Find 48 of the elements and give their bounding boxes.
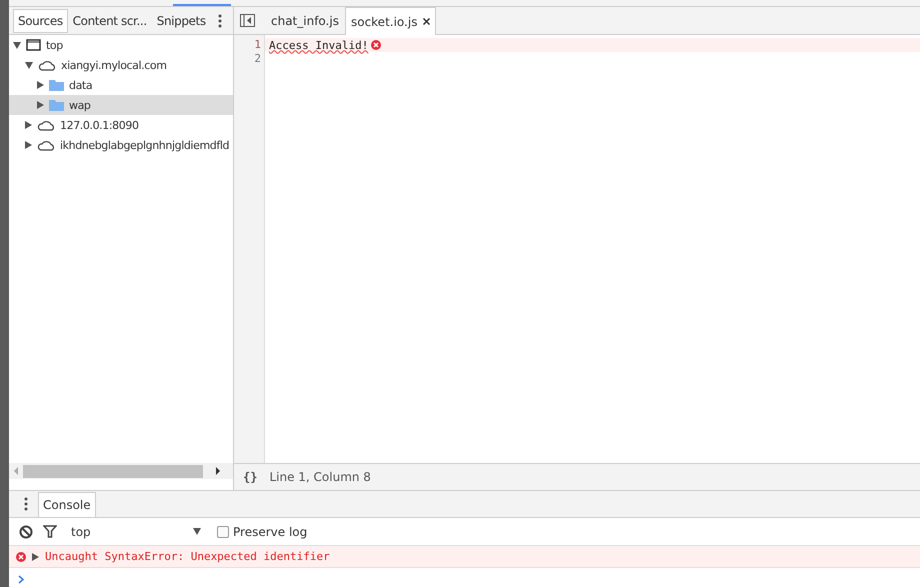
tree-row[interactable]: ikhdnebglabgeplgnhnjgldiemdfld — [9, 135, 233, 155]
checkbox-label: Preserve log — [233, 524, 308, 538]
folder-icon — [49, 79, 64, 91]
message-text: Uncaught SyntaxError: Unexpected identifier — [45, 550, 330, 563]
file-tab[interactable]: chat_info.js — [265, 7, 345, 34]
cursor-position: Line 1, Column 8 — [269, 470, 371, 484]
context-dropdown[interactable]: top — [71, 524, 201, 538]
prompt-icon — [18, 575, 24, 584]
error-icon — [371, 40, 382, 50]
pretty-print-button[interactable]: {} — [243, 470, 258, 484]
collapsed-arrow-icon[interactable] — [32, 552, 39, 560]
clear-icon[interactable] — [19, 524, 33, 538]
more-icon[interactable] — [24, 497, 28, 511]
cloud-icon — [37, 140, 55, 150]
code-line: Access Invalid! — [269, 38, 368, 52]
tree-item-label[interactable]: 127.0.0.1:8090 — [60, 118, 139, 132]
frame-icon — [26, 39, 41, 51]
scroll-right-icon[interactable] — [216, 467, 220, 475]
tree-row[interactable]: xiangyi.mylocal.com — [9, 55, 233, 75]
line-number: 2 — [253, 52, 262, 66]
cloud-icon — [37, 120, 55, 130]
file-tab[interactable]: socket.io.js — [344, 7, 436, 35]
sidebar-toggle-icon[interactable] — [240, 14, 255, 27]
tree-row[interactable]: 127.0.0.1:8090 — [9, 115, 233, 135]
line-number: 1 — [253, 38, 262, 52]
tree-row[interactable]: wap — [9, 95, 233, 115]
close-icon[interactable] — [423, 18, 430, 25]
tree-item-label[interactable]: wap — [69, 98, 91, 112]
error-icon — [16, 552, 26, 562]
filter-icon[interactable] — [43, 525, 57, 538]
collapsed-arrow-icon[interactable] — [25, 141, 32, 149]
scrollbar-thumb[interactable] — [23, 464, 203, 478]
panel-tab[interactable]: Snippets — [152, 8, 211, 32]
checkbox[interactable] — [217, 526, 229, 538]
tree-item-label[interactable]: top — [46, 38, 63, 52]
collapsed-arrow-icon[interactable] — [25, 121, 32, 129]
more-icon[interactable] — [218, 14, 222, 28]
expanded-arrow-icon[interactable] — [13, 42, 21, 48]
tree-item-label[interactable]: ikhdnebglabgeplgnhnjgldiemdfld — [60, 138, 230, 152]
tree-item-label[interactable]: xiangyi.mylocal.com — [61, 58, 167, 72]
panel-tab[interactable]: Sources — [13, 8, 68, 32]
folder-icon — [49, 99, 64, 111]
drawer-tab[interactable]: Console — [38, 492, 96, 517]
tree-row[interactable]: top — [9, 35, 233, 55]
panel-tab[interactable]: Content scr... — [68, 8, 152, 32]
tree-item-label[interactable]: data — [69, 78, 92, 92]
expanded-arrow-icon[interactable] — [25, 62, 33, 68]
cloud-icon — [38, 60, 56, 70]
